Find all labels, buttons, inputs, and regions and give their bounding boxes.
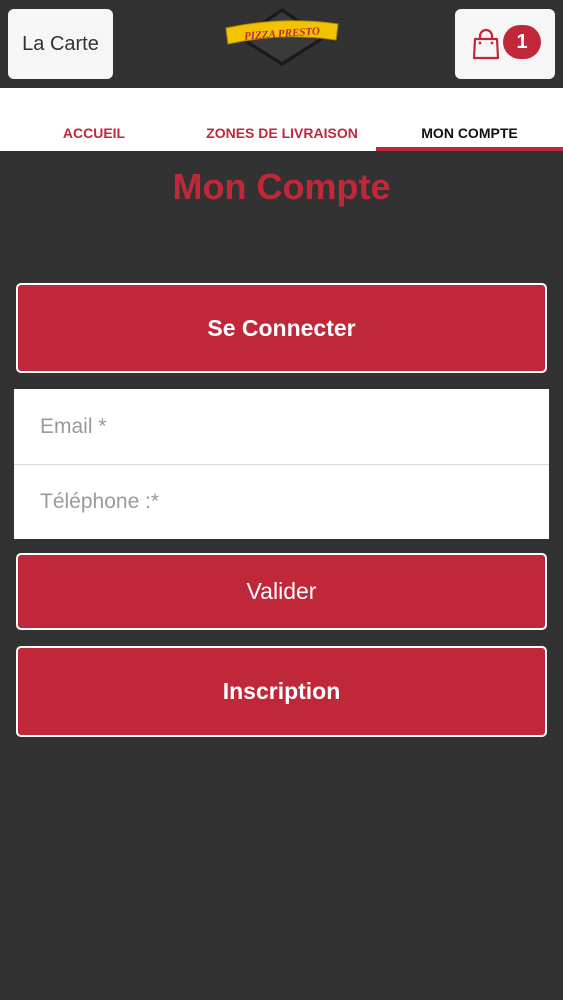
- login-button[interactable]: Se Connecter: [16, 283, 547, 373]
- tab-zones-de-livraison[interactable]: ZONES DE LIVRAISON: [188, 88, 376, 151]
- tab-bar: ACCUEIL ZONES DE LIVRAISON MON COMPTE: [0, 88, 563, 151]
- tab-accueil[interactable]: ACCUEIL: [0, 88, 188, 151]
- menu-button[interactable]: La Carte: [8, 9, 113, 79]
- email-placeholder: Email *: [40, 414, 107, 438]
- validate-button[interactable]: Valider: [16, 553, 547, 630]
- email-field[interactable]: Email *: [14, 389, 549, 464]
- cart-button[interactable]: 1: [455, 9, 555, 79]
- cart-count-badge: 1: [503, 25, 541, 59]
- menu-button-label: La Carte: [22, 32, 99, 55]
- top-bar: La Carte PIZZA PRESTO 1: [0, 0, 563, 86]
- tab-mon-compte[interactable]: MON COMPTE: [376, 88, 563, 151]
- shopping-bag-icon: [472, 28, 500, 60]
- page-title: Mon Compte: [172, 166, 391, 207]
- login-button-label: Se Connecter: [207, 314, 356, 341]
- validate-button-label: Valider: [246, 578, 317, 604]
- phone-field[interactable]: Téléphone :*: [14, 464, 549, 539]
- signup-button[interactable]: Inscription: [16, 646, 547, 737]
- login-form: Email * Téléphone :*: [14, 389, 549, 539]
- pizza-presto-logo[interactable]: PIZZA PRESTO: [222, 2, 342, 68]
- signup-button-label: Inscription: [222, 678, 341, 704]
- phone-placeholder: Téléphone :*: [40, 490, 160, 513]
